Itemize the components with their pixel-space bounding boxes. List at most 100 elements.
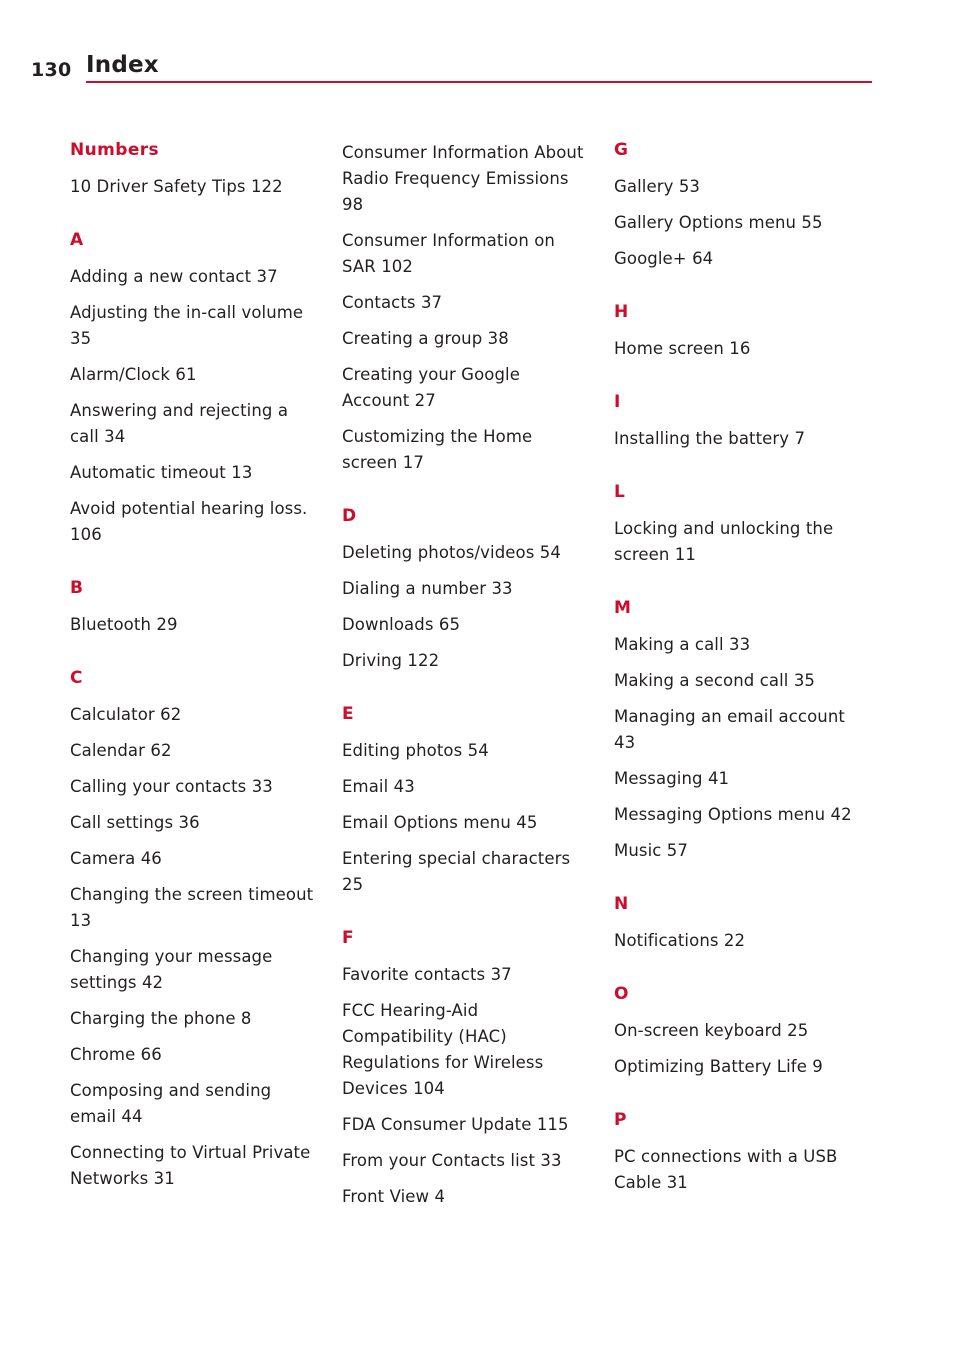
index-entry: Alarm/Clock 61 [70, 362, 315, 388]
index-entry-text: Optimizing Battery Life [614, 1057, 813, 1076]
index-entry-text: Email Options menu [342, 813, 517, 832]
section-heading-m: M [614, 598, 632, 618]
index-entry-page: 33 [251, 777, 273, 796]
index-entry: Connecting to Virtual Private Networks 3… [70, 1140, 315, 1192]
index-entry: From your Contacts list 33 [342, 1148, 592, 1174]
index-entry-page: 41 [707, 769, 730, 788]
index-entry: Downloads 65 [342, 612, 592, 638]
section-heading-numbers: Numbers [70, 140, 160, 160]
index-entry-text: Gallery Options menu [614, 213, 802, 232]
index-entry-text: FDA Consumer Update [342, 1115, 537, 1134]
index-entry-text: Google+ [614, 249, 693, 268]
index-entry-page: 17 [402, 453, 424, 472]
index-entry-text: Installing the battery [614, 429, 795, 448]
index-entry-text: Composing and sending email [70, 1081, 272, 1126]
section-heading-o: O [614, 984, 629, 1004]
index-entry-page: 31 [666, 1173, 688, 1192]
index-entry-text: Avoid potential hearing loss. [70, 499, 308, 518]
index-entry-text: Making a second call [614, 671, 794, 690]
index-entry: Calling your contacts 33 [70, 774, 315, 800]
index-entry-page: 43 [393, 777, 415, 796]
index-entry-text: Messaging Options menu [614, 805, 831, 824]
index-entry-text: 10 Driver Safety Tips [70, 177, 251, 196]
index-entry-text: Deleting photos/videos [342, 543, 540, 562]
index-entry: Deleting photos/videos 54 [342, 540, 592, 566]
section-heading-p: P [614, 1110, 627, 1130]
index-entry-page: 61 [175, 365, 197, 384]
index-entry-page: 44 [121, 1107, 143, 1126]
index-entry-text: Calculator [70, 705, 161, 724]
index-entry-text: Notifications [614, 931, 724, 950]
index-entry-text: Consumer Information on SAR [342, 231, 555, 276]
index-entry-text: Consumer Information About Radio Frequen… [342, 143, 584, 188]
index-entry-text: Making a call [614, 635, 730, 654]
index-entry: Front View 4 [342, 1184, 592, 1210]
index-entry-page: 31 [153, 1169, 175, 1188]
index-entry: Music 57 [614, 838, 859, 864]
index-entry: Google+ 64 [614, 246, 859, 272]
index-entry-text: Managing an email account [614, 707, 845, 726]
page-title: Index [86, 52, 159, 78]
index-entry-text: Dialing a number [342, 579, 492, 598]
index-entry: Composing and sending email 44 [70, 1078, 315, 1130]
index-entry: Dialing a number 33 [342, 576, 592, 602]
index-entry-text: Editing photos [342, 741, 468, 760]
index-entry-page: 55 [801, 213, 823, 232]
index-entry: Home screen 16 [614, 336, 859, 362]
index-entry: Editing photos 54 [342, 738, 592, 764]
index-column-1: Numbers 10 Driver Safety Tips 122 A Adding … [70, 140, 315, 1202]
index-entry-page: 98 [342, 195, 364, 214]
index-entry: Bluetooth 29 [70, 612, 315, 638]
index-entry-page: 115 [536, 1115, 569, 1134]
index-entry-text: Music [614, 841, 667, 860]
index-entry-text: Driving [342, 651, 408, 670]
index-entry-text: PC connections with a USB Cable [614, 1147, 838, 1192]
index-entry-text: Locking and unlocking the screen [614, 519, 834, 564]
index-entry-text: Entering special characters [342, 849, 571, 868]
index-entry-page: 8 [240, 1009, 252, 1028]
index-entry-page: 46 [140, 849, 162, 868]
index-entry: Driving 122 [342, 648, 592, 674]
page-number: 130 [31, 59, 72, 81]
section-heading-g: G [614, 140, 629, 160]
index-entry: Email 43 [342, 774, 592, 800]
section-heading-f: F [342, 928, 355, 948]
index-entry-text: Favorite contacts [342, 965, 491, 984]
index-column-2: Consumer Information About Radio Frequen… [342, 140, 592, 1220]
section-heading-i: I [614, 392, 621, 412]
index-entry: FDA Consumer Update 115 [342, 1112, 592, 1138]
index-entry-page: 104 [413, 1079, 445, 1098]
index-entry: Chrome 66 [70, 1042, 315, 1068]
index-entry-page: 11 [674, 545, 696, 564]
index-entry-page: 35 [793, 671, 816, 690]
index-entry-page: 13 [231, 463, 253, 482]
index-entry-text: Bluetooth [70, 615, 157, 634]
index-entry: 10 Driver Safety Tips 122 [70, 174, 315, 200]
section-heading-c: C [70, 668, 83, 688]
index-entry-page: 122 [407, 651, 440, 670]
index-entry-page: 25 [787, 1021, 809, 1040]
section-heading-d: D [342, 506, 357, 526]
section-heading-l: L [614, 482, 626, 502]
index-entry-text: Downloads [342, 615, 439, 634]
index-entry-text: Adding a new contact [70, 267, 257, 286]
index-entry-text: Charging the phone [70, 1009, 241, 1028]
index-entry: Calculator 62 [70, 702, 315, 728]
index-entry-text: Home screen [614, 339, 730, 358]
index-entry-page: 37 [420, 293, 443, 312]
index-entry-page: 4 [434, 1187, 446, 1206]
index-entry-text: Gallery [614, 177, 679, 196]
index-entry-page: 43 [614, 733, 636, 752]
index-entry: Making a second call 35 [614, 668, 859, 694]
index-entry: Making a call 33 [614, 632, 859, 658]
index-entry-text: Customizing the Home screen [342, 427, 533, 472]
index-entry: Email Options menu 45 [342, 810, 592, 836]
index-entry-text: Creating a group [342, 329, 488, 348]
index-entry: Messaging 41 [614, 766, 859, 792]
index-entry: Changing the screen timeout 13 [70, 882, 315, 934]
index-entry: Customizing the Home screen 17 [342, 424, 592, 476]
index-entry-page: 9 [812, 1057, 823, 1076]
index-entry-text: Changing your message settings [70, 947, 273, 992]
index-entry-text: Call settings [70, 813, 179, 832]
page-header: 130 Index [0, 50, 954, 90]
